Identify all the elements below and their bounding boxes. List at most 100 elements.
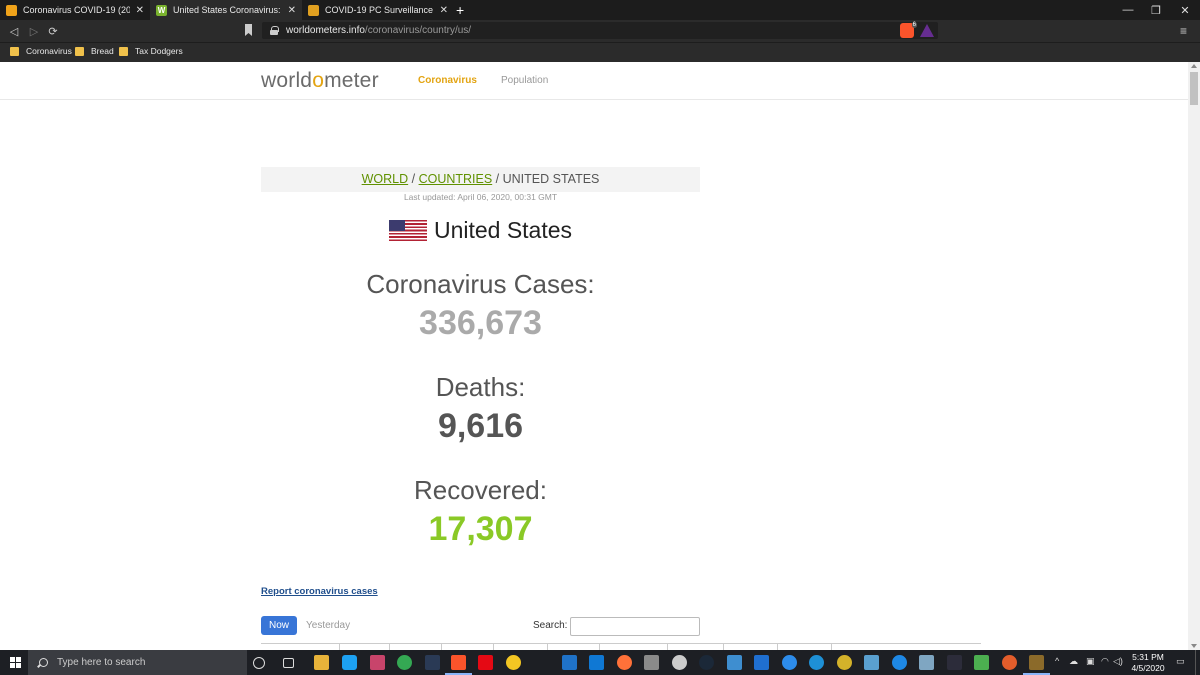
page-viewport: worldometer Coronavirus Population WORLD… — [0, 62, 1188, 650]
app-icon[interactable] — [809, 655, 824, 670]
nav-population[interactable]: Population — [501, 75, 548, 86]
tray-app-icon[interactable]: ▣ — [1086, 656, 1095, 667]
tab-title: COVID-19 PC Surveillance Dashboard — [325, 5, 434, 15]
app-icon[interactable] — [782, 655, 797, 670]
steam-icon[interactable] — [699, 655, 714, 670]
app-icon[interactable] — [974, 655, 989, 670]
scroll-thumb[interactable] — [1190, 72, 1198, 105]
worldometer-logo[interactable]: worldometer — [261, 69, 379, 93]
table-column-divider — [493, 643, 494, 650]
logo-text-post: meter — [324, 69, 379, 92]
edge-icon[interactable] — [892, 655, 907, 670]
breadcrumb-separator: / — [492, 172, 503, 186]
deaths-count: 9,616 — [437, 407, 524, 445]
app-icon[interactable] — [370, 655, 385, 670]
onedrive-icon[interactable]: ☁ — [1069, 656, 1078, 667]
bookmark-icon[interactable] — [245, 24, 252, 36]
settings-gear-icon[interactable] — [672, 655, 687, 670]
close-tab-icon[interactable]: ✕ — [288, 5, 296, 16]
table-column-divider — [723, 643, 724, 650]
folder-icon — [10, 46, 19, 56]
taskbar-search-box[interactable]: Type here to search — [28, 650, 247, 675]
address-bar[interactable]: worldometers.info/coronavirus/country/us… — [262, 22, 938, 39]
tab-coronavirus[interactable]: Coronavirus COVID-19 (2019-nCoV) ✕ — [0, 0, 150, 20]
tab-title: Coronavirus COVID-19 (2019-nCoV) — [23, 5, 130, 15]
app-icon[interactable] — [837, 655, 852, 670]
table-column-divider — [547, 643, 548, 650]
breadcrumb-separator: / — [408, 172, 419, 186]
breadcrumb: WORLD / COUNTRIES / UNITED STATES — [261, 167, 700, 192]
app-icon[interactable] — [1023, 655, 1050, 675]
country-heading: United States — [261, 215, 700, 245]
search-label: Search: — [533, 620, 568, 631]
notifications-icon[interactable]: ▭ — [1176, 656, 1185, 667]
tray-chevron-icon[interactable]: ^ — [1055, 656, 1059, 666]
tab-surveillance-dashboard[interactable]: COVID-19 PC Surveillance Dashboard ✕ — [302, 0, 454, 20]
cases-block: Coronavirus Cases: 336,673 — [261, 269, 700, 343]
table-search-input[interactable] — [570, 617, 700, 636]
close-window-icon[interactable]: ✕ — [1170, 0, 1200, 20]
task-view-icon[interactable] — [283, 658, 294, 668]
tab-united-states[interactable]: W United States Coronavirus: 336,673 ✕ — [150, 0, 302, 20]
close-tab-icon[interactable]: ✕ — [440, 5, 448, 16]
show-desktop-button[interactable] — [1195, 650, 1196, 675]
cortana-icon[interactable] — [253, 657, 265, 669]
site-header: worldometer Coronavirus Population — [0, 62, 1188, 100]
volume-icon[interactable]: ◁) — [1113, 656, 1123, 667]
table-column-divider — [667, 643, 668, 650]
bookmark-bread[interactable]: Bread — [75, 46, 114, 56]
menu-icon[interactable]: ≡ — [1180, 24, 1187, 38]
app-icon[interactable] — [864, 655, 879, 670]
restore-icon[interactable]: ❐ — [1141, 0, 1171, 20]
windows-start-icon[interactable] — [10, 657, 21, 668]
close-tab-icon[interactable]: ✕ — [136, 5, 144, 16]
app-icon[interactable] — [425, 655, 440, 670]
report-cases-link[interactable]: Report coronavirus cases — [261, 586, 378, 597]
forward-icon[interactable]: ▷ — [26, 23, 42, 39]
app-icon[interactable] — [947, 655, 962, 670]
mail-icon[interactable] — [562, 655, 577, 670]
table-column-divider — [831, 643, 832, 650]
yesterday-tab-button[interactable]: Yesterday — [306, 620, 350, 631]
wifi-icon[interactable]: ◠ — [1101, 656, 1109, 667]
table-column-divider — [389, 643, 390, 650]
calendar-icon[interactable] — [754, 655, 769, 670]
now-tab-button[interactable]: Now — [261, 616, 297, 635]
reload-icon[interactable]: ⟳ — [45, 23, 61, 39]
nav-coronavirus[interactable]: Coronavirus — [418, 75, 477, 86]
bookmark-tax-dodgers[interactable]: Tax Dodgers — [119, 46, 183, 56]
app-icon[interactable] — [727, 655, 742, 670]
netflix-icon[interactable] — [478, 655, 493, 670]
chrome-icon[interactable] — [397, 655, 412, 670]
app-icon[interactable] — [1002, 655, 1017, 670]
breadcrumb-countries[interactable]: COUNTRIES — [419, 172, 493, 186]
page-scrollbar[interactable] — [1188, 62, 1200, 650]
app-icon[interactable] — [644, 655, 659, 670]
back-icon[interactable]: ◁ — [6, 23, 22, 39]
skype-icon[interactable] — [342, 655, 357, 670]
app-icon[interactable] — [919, 655, 934, 670]
firefox-icon[interactable] — [617, 655, 632, 670]
taskbar-search-placeholder: Type here to search — [57, 657, 146, 668]
app-icon[interactable] — [506, 655, 521, 670]
store-icon[interactable] — [589, 655, 604, 670]
us-flag-icon — [388, 219, 427, 241]
taskbar-clock[interactable]: 5:31 PM 4/5/2020 — [1128, 652, 1168, 674]
country-name: United States — [433, 216, 573, 243]
worldometer-favicon-icon — [6, 4, 17, 16]
folder-icon — [119, 46, 128, 56]
brave-browser-icon[interactable] — [445, 655, 472, 675]
table-column-divider — [777, 643, 778, 650]
minimize-icon[interactable]: — — [1113, 0, 1143, 20]
cases-count: 336,673 — [419, 304, 542, 342]
file-explorer-icon[interactable] — [314, 655, 329, 670]
deaths-label: Deaths: — [435, 372, 526, 402]
brave-shields-icon[interactable]: 6 — [900, 22, 917, 38]
scroll-down-icon[interactable] — [1191, 644, 1197, 648]
new-tab-button[interactable]: + — [456, 1, 464, 19]
last-updated: Last updated: April 06, 2020, 00:31 GMT — [403, 192, 558, 202]
breadcrumb-current: UNITED STATES — [502, 172, 600, 186]
bookmark-coronavirus[interactable]: Coronavirus — [10, 46, 72, 56]
scroll-up-icon[interactable] — [1191, 64, 1197, 68]
breadcrumb-world[interactable]: WORLD — [362, 172, 409, 186]
